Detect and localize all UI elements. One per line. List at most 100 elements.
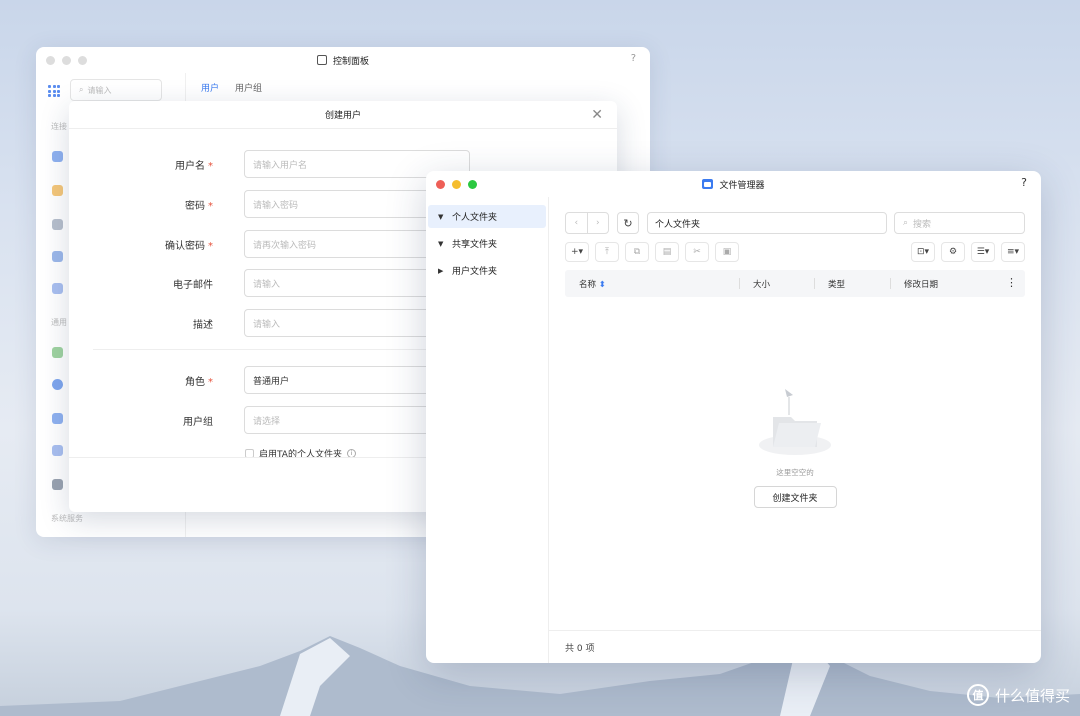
collapse-triangle-icon[interactable]: ▶ [438,267,444,275]
description-label: 描述 [193,319,213,331]
search-placeholder: 请输入 [87,85,112,95]
tab-users[interactable]: 用户 [201,81,219,94]
tab-user-groups[interactable]: 用户组 [235,81,262,94]
section-label-services: 系统服务 [51,514,83,523]
required-mark: * [208,376,213,388]
close-button[interactable] [436,180,445,189]
column-name[interactable]: 名称 ⬍ [579,278,606,290]
copy-button[interactable]: ⧉ [625,242,649,262]
globe-icon[interactable] [52,379,63,390]
close-icon[interactable]: ✕ [591,107,603,123]
empty-state: 这里空空的 创建文件夹 [549,387,1041,508]
column-name-label: 名称 [579,280,597,290]
refresh-button[interactable]: ↻ [617,212,639,234]
required-mark: * [208,240,213,252]
gear-icon: ⚙ [948,247,958,257]
shield-icon[interactable] [52,283,63,294]
file-manager-main: ‹ › ↻ 个人文件夹 ⌕ 搜索 +▾ ⤒ ⧉ ▤ ✂ ▣ ⊡▾ ⚙ ☰▾ ≡▾… [549,197,1041,663]
sort-button[interactable]: ≡▾ [1001,242,1025,262]
paste-button[interactable]: ▤ [655,242,679,262]
folder-icon[interactable] [52,185,63,196]
window-controls [436,180,477,189]
sidebar-item-personal-folder[interactable]: ▼ 个人文件夹 [428,205,546,228]
column-size[interactable]: 大小 [753,278,770,290]
plus-icon: +▾ [570,247,584,257]
maximize-dot[interactable] [78,56,87,65]
minimize-button[interactable] [452,180,461,189]
control-panel-tabs: 用户 用户组 [201,81,262,94]
file-manager-title: 文件管理器 [719,180,765,191]
sidebar-item-label: 共享文件夹 [452,240,498,250]
sidebar-item-shared-folder[interactable]: ▼ 共享文件夹 [428,232,546,255]
control-panel-icon [316,55,327,65]
password-label: 密码 [185,200,205,212]
help-button[interactable]: ? [631,53,636,64]
dialog-title: 创建用户 [324,111,361,121]
account-icon[interactable] [52,251,63,262]
item-count: 共 0 项 [565,643,595,654]
forward-arrow-icon[interactable]: › [588,213,609,233]
view-mode-button[interactable]: ☰▾ [971,242,995,262]
empty-folder-illustration [759,389,831,455]
back-arrow-icon[interactable]: ‹ [566,213,588,233]
briefcase-icon: ⊡▾ [916,247,930,257]
create-folder-button[interactable]: 创建文件夹 [753,486,837,508]
file-table-header: 名称 ⬍ 大小 类型 修改日期 ⋮ [565,270,1025,297]
required-mark: * [208,200,213,212]
status-bar: 共 0 项 [549,630,1041,663]
search-icon: ⌕ [903,218,909,228]
search-input[interactable]: ⌕ 搜索 [894,212,1025,234]
sidebar-item-user-folder[interactable]: ▶ 用户文件夹 [428,259,546,282]
minimize-dot[interactable] [62,56,71,65]
empty-message: 这里空空的 [776,468,814,477]
maximize-button[interactable] [468,180,477,189]
file-toolbar: +▾ ⤒ ⧉ ▤ ✂ ▣ ⊡▾ ⚙ ☰▾ ≡▾ [565,242,1025,264]
path-bar[interactable]: 个人文件夹 [647,212,887,234]
toolbox-button[interactable]: ⊡▾ [911,242,935,262]
column-modified[interactable]: 修改日期 [904,278,938,290]
file-manager-window: 文件管理器 ? ▼ 个人文件夹 ▼ 共享文件夹 ▶ 用户文件夹 ‹ › ↻ 个人… [426,171,1041,663]
section-label-connect: 连接 [51,122,67,131]
search-icon: ⌕ [79,85,84,94]
settings-button[interactable]: ⚙ [941,242,965,262]
personal-folder-label: 启用TA的个人文件夹 [259,450,342,460]
more-options-icon[interactable]: ⋮ [1006,276,1017,289]
add-button[interactable]: +▾ [565,242,589,262]
paste-icon: ▤ [662,247,672,257]
package-icon[interactable] [52,347,63,358]
watermark-text: 什么值得买 [994,686,1070,705]
file-manager-icon [702,179,714,189]
user-icon[interactable] [52,151,63,162]
expand-triangle-icon[interactable]: ▼ [438,213,444,221]
refresh-icon: ↻ [623,216,633,230]
watermark: 值 什么值得买 [966,684,1070,706]
user-group-label: 用户组 [183,416,213,428]
column-separator[interactable] [890,278,891,289]
trash-icon: ▣ [722,247,732,257]
required-mark: * [208,160,213,172]
security-icon[interactable] [52,445,63,456]
copy-icon: ⧉ [633,247,641,257]
list-view-icon: ☰▾ [976,247,990,257]
cut-button[interactable]: ✂ [685,242,709,262]
expand-triangle-icon[interactable]: ▼ [438,240,444,248]
column-separator[interactable] [814,278,815,289]
upload-button[interactable]: ⤒ [595,242,619,262]
help-button[interactable]: ? [1021,176,1027,189]
history-navigation: ‹ › [565,212,609,234]
sort-up-icon: ⬍ [598,280,606,290]
column-type[interactable]: 类型 [828,278,845,290]
close-dot[interactable] [46,56,55,65]
network-icon[interactable] [52,413,63,424]
upload-icon: ⤒ [605,247,609,257]
search-placeholder: 搜索 [913,219,932,230]
confirm-password-label: 确认密码 [165,240,205,252]
column-separator[interactable] [739,278,740,289]
control-panel-titlebar: 控制面板 ? [36,47,650,73]
device-icon[interactable] [52,479,63,490]
control-panel-search[interactable]: ⌕ 请输入 [70,79,162,101]
storage-icon[interactable] [52,219,63,230]
delete-button[interactable]: ▣ [715,242,739,262]
username-label: 用户名 [175,160,205,172]
apps-grid-icon[interactable] [48,85,60,97]
